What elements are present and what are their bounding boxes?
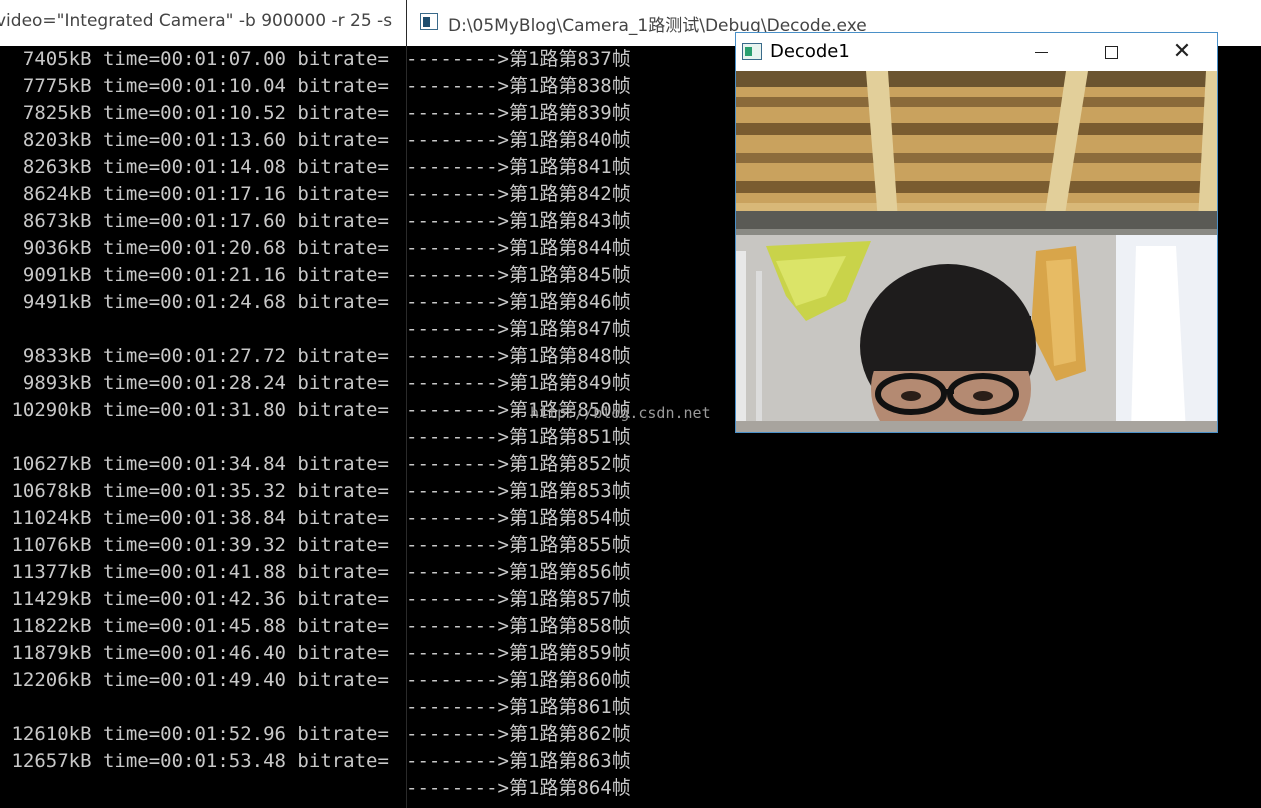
decode-log-line: -------->第1路第842帧 <box>406 183 631 205</box>
ffmpeg-log-line: 11429kB time=00:01:42.36 bitrate= <box>0 588 389 610</box>
decode-log-line: -------->第1路第855帧 <box>406 534 631 556</box>
ffmpeg-console-title: video="Integrated Camera" -b 900000 -r 2… <box>0 11 393 31</box>
ffmpeg-log-line: 11879kB time=00:01:46.40 bitrate= <box>0 642 389 664</box>
ffmpeg-log-line <box>0 424 406 451</box>
decode-output-lines: -------->第1路第837帧 -------->第1路第838帧 ------… <box>406 46 631 802</box>
ffmpeg-log-line: 11377kB time=00:01:41.88 bitrate= <box>0 561 389 583</box>
ffmpeg-log-line: 11822kB time=00:01:45.88 bitrate= <box>0 615 389 637</box>
ffmpeg-log-line: 7825kB time=00:01:10.52 bitrate= <box>0 102 389 124</box>
ffmpeg-log-line: 8203kB time=00:01:13.60 bitrate= <box>0 129 389 151</box>
ffmpeg-log-line: 8263kB time=00:01:14.08 bitrate= <box>0 156 389 178</box>
ffmpeg-log-line: 9491kB time=00:01:24.68 bitrate= <box>0 291 389 313</box>
decode-log-line: -------->第1路第847帧 <box>406 318 631 340</box>
decode-log-line: -------->第1路第841帧 <box>406 156 631 178</box>
decode-log-line: -------->第1路第853帧 <box>406 480 631 502</box>
decode-log-line: -------->第1路第849帧 <box>406 372 631 394</box>
decode-log-line: -------->第1路第858帧 <box>406 615 631 637</box>
close-button[interactable]: ✕ <box>1147 33 1217 71</box>
console-app-icon <box>420 13 438 30</box>
decode-log-line: -------->第1路第838帧 <box>406 75 631 97</box>
ffmpeg-log-line: 10290kB time=00:01:31.80 bitrate= <box>0 399 389 421</box>
ffmpeg-log-line <box>0 694 406 721</box>
ffmpeg-log-line: 10627kB time=00:01:34.84 bitrate= <box>0 453 389 475</box>
camera-video-frame <box>736 71 1217 432</box>
decode-log-line: -------->第1路第852帧 <box>406 453 631 475</box>
decode-log-line: -------->第1路第857帧 <box>406 588 631 610</box>
decode-log-line: -------->第1路第848帧 <box>406 345 631 367</box>
close-icon: ✕ <box>1172 39 1192 64</box>
decode-log-line: -------->第1路第856帧 <box>406 561 631 583</box>
camera-image <box>736 71 1217 432</box>
decode-log-line: -------->第1路第844帧 <box>406 237 631 259</box>
ffmpeg-console-titlebar[interactable]: video="Integrated Camera" -b 900000 -r 2… <box>0 0 406 46</box>
decode1-window[interactable]: Decode1 ✕ <box>735 32 1218 433</box>
ffmpeg-log-line: 8673kB time=00:01:17.60 bitrate= <box>0 210 389 232</box>
ffmpeg-log-line: 12206kB time=00:01:49.40 bitrate= <box>0 669 389 691</box>
decode-log-line: -------->第1路第839帧 <box>406 102 631 124</box>
ffmpeg-log-line: 9833kB time=00:01:27.72 bitrate= <box>0 345 389 367</box>
maximize-icon <box>1104 45 1118 59</box>
watermark-text: http://blog.csdn.net <box>530 404 711 422</box>
decode-log-line: -------->第1路第863帧 <box>406 750 631 772</box>
ffmpeg-log-line: 12657kB time=00:01:53.48 bitrate= <box>0 750 389 772</box>
decode-log-line: -------->第1路第846帧 <box>406 291 631 313</box>
ffmpeg-log-line <box>0 316 406 343</box>
ffmpeg-log-line: 7775kB time=00:01:10.04 bitrate= <box>0 75 389 97</box>
ffmpeg-log-line: 11076kB time=00:01:39.32 bitrate= <box>0 534 389 556</box>
ffmpeg-log-line: 9036kB time=00:01:20.68 bitrate= <box>0 237 389 259</box>
ffmpeg-log-line: 11024kB time=00:01:38.84 bitrate= <box>0 507 389 529</box>
minimize-button[interactable] <box>1006 33 1076 71</box>
minimize-icon <box>1034 51 1048 53</box>
decode-log-line: -------->第1路第860帧 <box>406 669 631 691</box>
ffmpeg-log-line: 12610kB time=00:01:52.96 bitrate= <box>0 723 389 745</box>
opencv-window-icon <box>742 43 762 60</box>
decode-log-line: -------->第1路第862帧 <box>406 723 631 745</box>
ffmpeg-log-line: 9893kB time=00:01:28.24 bitrate= <box>0 372 389 394</box>
maximize-button[interactable] <box>1076 33 1146 71</box>
decode1-title: Decode1 <box>770 41 850 62</box>
decode-log-line: -------->第1路第851帧 <box>406 426 631 448</box>
decode-log-line: -------->第1路第837帧 <box>406 48 631 70</box>
decode-log-line: -------->第1路第859帧 <box>406 642 631 664</box>
ffmpeg-log-line: 9091kB time=00:01:21.16 bitrate= <box>0 264 389 286</box>
decode1-titlebar[interactable]: Decode1 ✕ <box>736 33 1217 71</box>
decode-log-line: -------->第1路第843帧 <box>406 210 631 232</box>
decode-log-line: -------->第1路第845帧 <box>406 264 631 286</box>
decode-log-line: -------->第1路第840帧 <box>406 129 631 151</box>
ffmpeg-log-line: 10678kB time=00:01:35.32 bitrate= <box>0 480 389 502</box>
window-divider <box>406 0 407 808</box>
ffmpeg-console-window[interactable]: video="Integrated Camera" -b 900000 -r 2… <box>0 0 406 808</box>
ffmpeg-log-line: 7405kB time=00:01:07.00 bitrate= <box>0 48 389 70</box>
ffmpeg-output-lines: 7405kB time=00:01:07.00 bitrate= 7775kB … <box>0 46 406 775</box>
decode-log-line: -------->第1路第854帧 <box>406 507 631 529</box>
decode-log-line: -------->第1路第861帧 <box>406 696 631 718</box>
decode-log-line: -------->第1路第864帧 <box>406 777 631 799</box>
ffmpeg-log-line: 8624kB time=00:01:17.16 bitrate= <box>0 183 389 205</box>
